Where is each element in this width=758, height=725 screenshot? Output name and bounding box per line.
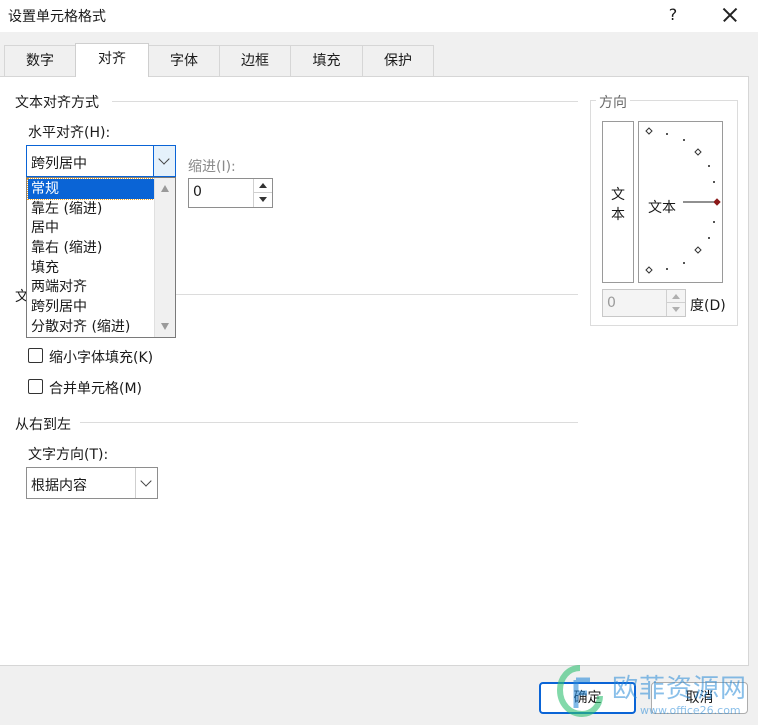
option-fill[interactable]: 填充 <box>28 258 154 278</box>
horizontal-align-value: 跨列居中 <box>31 156 87 172</box>
close-icon[interactable] <box>712 1 748 29</box>
degrees-spinner[interactable]: 0 <box>602 289 686 317</box>
watermark: 欧菲资源网 www.office26.com <box>556 662 758 725</box>
dropdown-scrollbar[interactable] <box>154 178 175 337</box>
spin-up-icon[interactable] <box>254 179 272 193</box>
orientation-group-title: 方向 <box>596 92 630 112</box>
merge-cells-checkbox[interactable] <box>28 379 43 394</box>
text-direction-select[interactable]: 根据内容 <box>26 467 158 499</box>
text-alignment-group-title: 文本对齐方式 <box>15 95 99 111</box>
tab-protection[interactable]: 保护 <box>362 45 434 76</box>
option-center-across-selection[interactable]: 跨列居中 <box>28 297 154 317</box>
degrees-value: 0 <box>607 295 616 311</box>
divider <box>80 422 578 423</box>
tab-border[interactable]: 边框 <box>219 45 291 76</box>
option-center[interactable]: 居中 <box>28 218 154 238</box>
horizontal-align-dropdown-list[interactable]: 常规 靠左 (缩进) 居中 靠右 (缩进) 填充 两端对齐 跨列居中 分散对齐 … <box>26 177 176 338</box>
shrink-to-fit-label: 缩小字体填充(K) <box>49 350 154 366</box>
watermark-text: 欧菲资源网 <box>612 674 748 704</box>
help-button[interactable]: ? <box>660 3 686 27</box>
option-distributed-indent[interactable]: 分散对齐 (缩进) <box>28 317 154 337</box>
scroll-up-icon[interactable] <box>161 185 169 192</box>
orientation-dial[interactable]: 文本 <box>638 121 723 283</box>
indent-value: 0 <box>193 184 202 200</box>
option-general[interactable]: 常规 <box>27 178 155 200</box>
chevron-down-icon <box>140 475 152 487</box>
vertical-text-button[interactable]: 文 本 <box>602 121 634 283</box>
vertical-text-char: 本 <box>611 207 625 223</box>
dialog-title: 设置单元格格式 <box>8 9 106 25</box>
dropdown-button[interactable] <box>153 146 175 176</box>
indent-spinner[interactable]: 0 <box>188 178 273 208</box>
orientation-text: 文本 <box>648 200 676 216</box>
text-direction-label: 文字方向(T): <box>28 447 109 463</box>
text-direction-value: 根据内容 <box>31 478 87 494</box>
horizontal-align-select[interactable]: 跨列居中 <box>26 145 176 177</box>
scroll-down-icon[interactable] <box>161 323 169 330</box>
tab-fill[interactable]: 填充 <box>290 45 363 76</box>
tab-number[interactable]: 数字 <box>4 45 76 76</box>
spin-down-icon[interactable] <box>667 303 685 316</box>
title-bar <box>0 0 758 32</box>
option-right-indent[interactable]: 靠右 (缩进) <box>28 238 154 258</box>
divider <box>176 294 578 295</box>
degrees-label: 度(D) <box>690 298 726 314</box>
merge-cells-label: 合并单元格(M) <box>49 381 143 397</box>
watermark-url: www.office26.com <box>640 704 741 717</box>
indent-label: 缩进(I): <box>188 159 236 175</box>
dropdown-button[interactable] <box>135 468 157 498</box>
vertical-text-char: 文 <box>611 187 625 203</box>
tab-alignment[interactable]: 对齐 <box>75 43 149 77</box>
chevron-down-icon <box>158 153 170 165</box>
spin-down-icon[interactable] <box>254 193 272 207</box>
option-justify[interactable]: 两端对齐 <box>28 277 154 297</box>
option-left-indent[interactable]: 靠左 (缩进) <box>28 199 154 219</box>
rtl-group-title: 从右到左 <box>15 417 71 433</box>
watermark-logo-icon <box>556 665 603 718</box>
tab-font[interactable]: 字体 <box>148 45 220 76</box>
divider <box>112 101 578 102</box>
shrink-to-fit-checkbox[interactable] <box>28 348 43 363</box>
spin-up-icon[interactable] <box>667 290 685 303</box>
horizontal-align-label: 水平对齐(H): <box>28 125 111 141</box>
